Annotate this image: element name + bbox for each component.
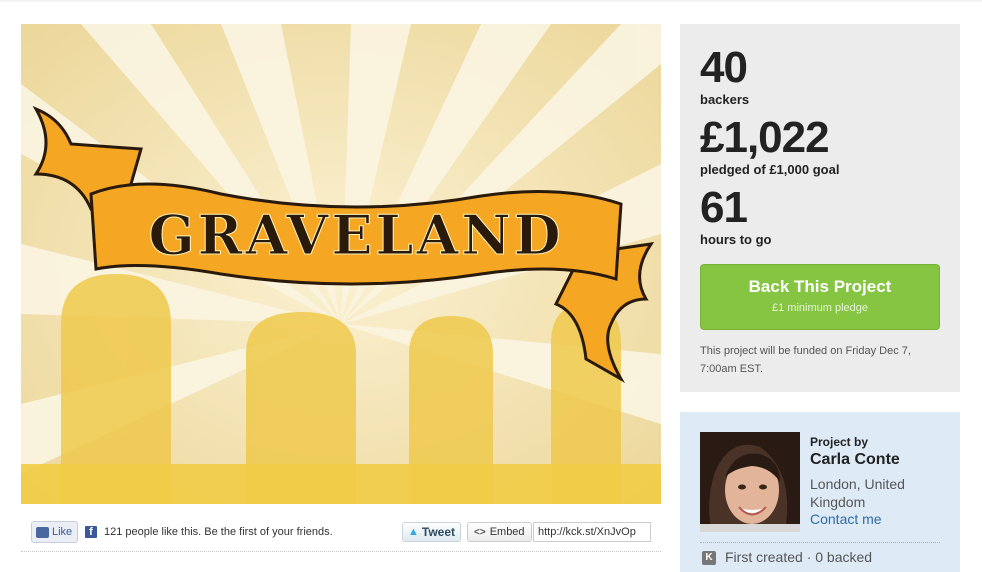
like-count-text: 121 people like this. Be the first of yo… <box>104 526 333 538</box>
embed-label: Embed <box>489 526 525 538</box>
like-label: Like <box>52 526 73 538</box>
backers-count: 40 <box>700 43 748 92</box>
creator-history: First created · 0 backed <box>725 549 873 565</box>
creator-name[interactable]: Carla Conte <box>810 451 900 469</box>
tweet-label: Tweet <box>421 525 456 539</box>
kickstarter-k-icon: K <box>702 551 716 565</box>
top-border <box>0 0 982 2</box>
project-video-image[interactable]: GRAVELAND <box>21 24 661 504</box>
thumbs-up-icon <box>36 526 49 538</box>
hours-remaining: 61 <box>700 183 748 232</box>
facebook-like-button[interactable]: Like <box>31 521 79 543</box>
poster-title: GRAVELAND <box>148 203 563 267</box>
creator-divider <box>700 542 940 543</box>
avatar-photo <box>700 432 800 532</box>
embed-code-icon: <> <box>474 526 486 538</box>
contact-me-link[interactable]: Contact me <box>810 511 882 527</box>
pledged-amount: £1,022 <box>700 113 830 162</box>
backers-label: backers <box>700 92 750 107</box>
creator-avatar[interactable] <box>700 432 800 532</box>
minimum-pledge-text: £1 minimum pledge <box>772 302 868 314</box>
graveland-poster: GRAVELAND <box>21 24 661 504</box>
short-url-field[interactable] <box>533 522 651 542</box>
tweet-button[interactable]: ▲ Tweet <box>402 522 462 542</box>
project-by-label: Project by <box>810 435 869 449</box>
embed-button[interactable]: <> Embed <box>467 522 532 542</box>
funding-stats-panel: 40 backers £1,022 pledged of £1,000 goal… <box>680 24 960 392</box>
creator-panel: Project by Carla Conte London, United Ki… <box>680 412 960 572</box>
pledged-goal-label: pledged of £1,000 goal <box>700 162 840 177</box>
twitter-bird-icon: ▲ <box>408 526 419 538</box>
facebook-icon: f <box>85 526 97 538</box>
creator-location[interactable]: London, United Kingdom <box>810 475 920 511</box>
back-this-project-button[interactable]: Back This Project £1 minimum pledge <box>700 264 940 330</box>
social-share-bar: Like f 121 people like this. Be the firs… <box>21 516 661 552</box>
back-button-label: Back This Project <box>748 277 892 296</box>
funding-deadline-note: This project will be funded on Friday De… <box>700 345 911 375</box>
hours-label: hours to go <box>700 232 772 247</box>
